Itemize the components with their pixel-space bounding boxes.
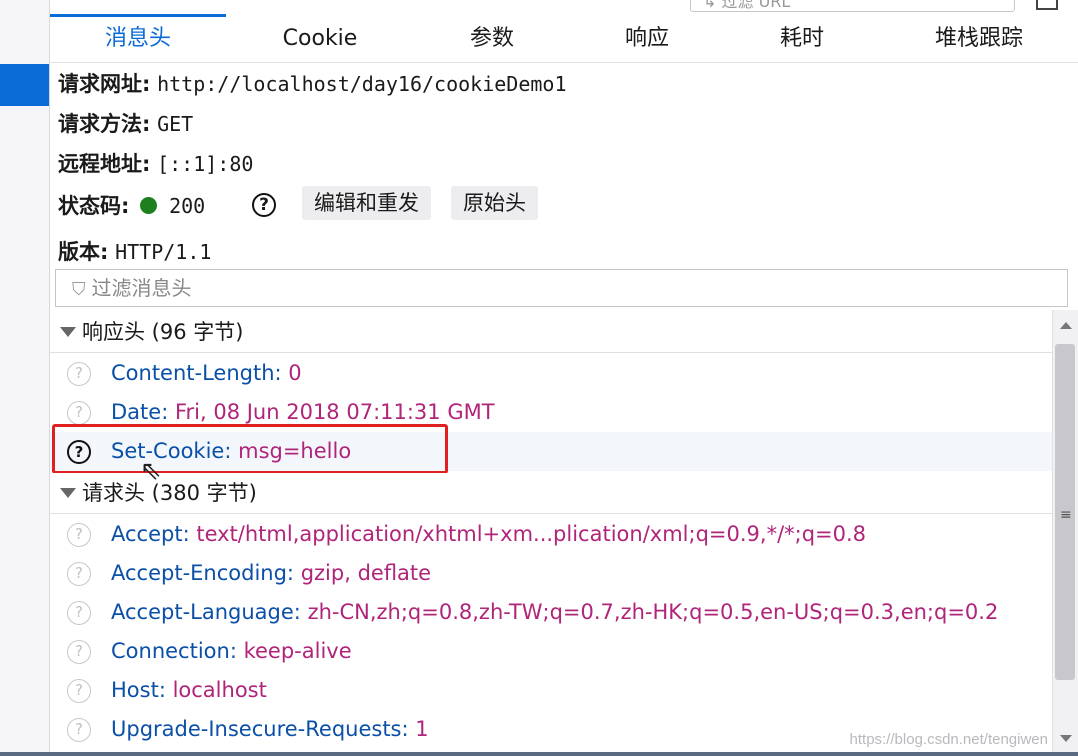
scroll-up-icon[interactable] <box>1060 322 1072 329</box>
tab-stack-trace[interactable]: 堆栈跟踪 <box>880 14 1078 62</box>
tab-timings[interactable]: 耗时 <box>724 14 880 62</box>
header-row[interactable]: ? Accept-Encoding: gzip, deflate <box>50 554 1052 593</box>
filter-placeholder: 过滤消息头 <box>91 276 192 300</box>
status-code-line: 状态码: 200 <box>58 190 205 220</box>
version-label: 版本: <box>58 240 109 264</box>
watermark: https://blog.csdn.net/tengiwen <box>849 731 1048 748</box>
header-value: gzip, deflate <box>300 561 432 585</box>
url-label: 请求网址: <box>58 72 151 96</box>
mouse-cursor-icon: ⇖ <box>140 456 162 486</box>
scrollbar-thumb[interactable]: ≡ <box>1055 344 1075 680</box>
header-name: Date: <box>111 400 169 424</box>
status-value: 200 <box>169 194 206 218</box>
tab-response[interactable]: 响应 <box>570 14 724 62</box>
header-name: Accept-Language: <box>111 600 301 624</box>
status-label: 状态码: <box>58 194 130 218</box>
request-url-line: 请求网址: http://localhost/day16/cookieDemo1 <box>58 68 567 98</box>
remote-value: [::1]:80 <box>157 152 254 176</box>
help-icon[interactable]: ? <box>67 718 91 742</box>
response-headers-title: 响应头 (96 字节) <box>82 320 244 344</box>
version-value: HTTP/1.1 <box>115 240 212 264</box>
tab-cookies[interactable]: Cookie <box>226 14 414 62</box>
response-headers-section[interactable]: 响应头 (96 字节) <box>50 312 1052 353</box>
header-row[interactable]: ? Connection: keep-alive <box>50 632 1052 671</box>
request-headers-title: 请求头 (380 字节) <box>82 481 257 505</box>
remote-address-line: 远程地址: [::1]:80 <box>58 148 253 178</box>
help-icon[interactable]: ? <box>67 362 91 386</box>
help-icon[interactable]: ? <box>67 679 91 703</box>
header-name: Upgrade-Insecure-Requests: <box>111 717 409 741</box>
header-name: Host: <box>111 678 166 702</box>
scroll-down-icon[interactable] <box>1060 735 1072 742</box>
collapse-triangle-icon <box>60 488 76 498</box>
header-value: 0 <box>288 361 302 385</box>
help-icon[interactable]: ? <box>67 523 91 547</box>
request-list-strip <box>0 0 50 756</box>
help-icon[interactable]: ? <box>67 562 91 586</box>
method-label: 请求方法: <box>58 112 151 136</box>
header-value: 1 <box>415 717 429 741</box>
status-ok-icon <box>140 197 158 214</box>
headers-scrollbar[interactable]: ≡ <box>1052 310 1078 756</box>
header-value: Fri, 08 Jun 2018 07:11:31 GMT <box>174 400 495 424</box>
header-value: zh-CN,zh;q=0.8,zh-TW;q=0.7,zh-HK;q=0.5,e… <box>307 600 999 624</box>
header-name: Content-Length: <box>111 361 282 385</box>
header-row[interactable]: ? Accept: text/html,application/xhtml+xm… <box>50 515 1052 554</box>
edit-resend-button[interactable]: 编辑和重发 <box>302 186 431 220</box>
request-headers-section[interactable]: 请求头 (380 字节) <box>50 473 1052 514</box>
header-value: localhost <box>172 678 267 702</box>
help-icon[interactable]: ? <box>67 401 91 425</box>
funnel-icon: ⛉ <box>72 279 86 300</box>
toggle-panel-icon[interactable] <box>1036 0 1058 10</box>
help-icon[interactable]: ? <box>67 640 91 664</box>
grip-icon: ≡ <box>1060 507 1072 523</box>
highlight-annotation-box <box>52 424 448 474</box>
help-icon[interactable]: ? <box>67 601 91 625</box>
raw-headers-button[interactable]: 原始头 <box>451 186 538 220</box>
header-name: Connection: <box>111 639 237 663</box>
header-row[interactable]: ? Accept-Language: zh-CN,zh;q=0.8,zh-TW;… <box>50 593 1052 632</box>
header-value: text/html,application/xhtml+xm...plicati… <box>196 522 867 546</box>
remote-label: 远程地址: <box>58 152 151 176</box>
tab-headers[interactable]: 消息头 <box>50 14 226 62</box>
version-line: 版本: HTTP/1.1 <box>58 236 211 266</box>
header-row[interactable]: ? Host: localhost <box>50 671 1052 710</box>
details-tabs: 消息头 Cookie 参数 响应 耗时 堆栈跟踪 <box>50 14 1078 63</box>
header-name: Accept: <box>111 522 190 546</box>
url-filter-input[interactable]: ↳ 过滤 URL <box>690 0 1015 12</box>
header-row[interactable]: ? Content-Length: 0 <box>50 354 1052 393</box>
url-value: http://localhost/day16/cookieDemo1 <box>157 72 567 96</box>
collapse-triangle-icon <box>60 327 76 337</box>
bottom-edge <box>0 752 1078 756</box>
request-method-line: 请求方法: GET <box>58 108 193 138</box>
header-name: Accept-Encoding: <box>111 561 295 585</box>
method-value: GET <box>157 112 194 136</box>
selected-request-row[interactable] <box>0 64 49 106</box>
filter-headers-input[interactable]: ⛉ 过滤消息头 <box>55 269 1068 307</box>
header-value: keep-alive <box>243 639 352 663</box>
tab-params[interactable]: 参数 <box>414 14 570 62</box>
status-help-icon[interactable]: ? <box>252 193 276 217</box>
